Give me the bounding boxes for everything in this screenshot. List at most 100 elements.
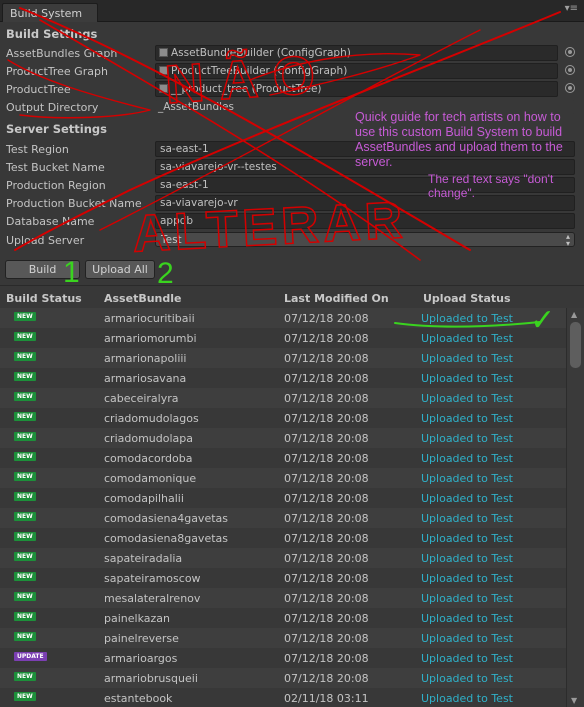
producttree-label: ProductTree <box>6 83 71 96</box>
scroll-up-icon[interactable]: ▲ <box>571 310 577 319</box>
table-row[interactable]: NEW criadomudolagos 07/12/18 20:08 Uploaded… <box>0 408 566 428</box>
upload-status-link[interactable]: Uploaded to Test <box>421 432 513 445</box>
build-status-badge: NEW <box>14 572 36 581</box>
assetbundle-table: NEW armariocuritibaii 07/12/18 20:08 Upload… <box>0 308 566 707</box>
table-row[interactable]: NEW comodapilhalii 07/12/18 20:08 Uploaded … <box>0 488 566 508</box>
table-row[interactable]: NEW estantebook 02/11/18 03:11 Uploaded to … <box>0 688 566 707</box>
producttree-graph-row: ProductTree Graph ProductTreeBuilder (Co… <box>0 63 584 81</box>
upload-status-link[interactable]: Uploaded to Test <box>421 512 513 525</box>
table-scrollbar[interactable]: ▲ ▼ <box>566 308 584 707</box>
build-status-badge: NEW <box>14 312 36 321</box>
table-row[interactable]: NEW criadomudolapa 07/12/18 20:08 Uploaded … <box>0 428 566 448</box>
database-name-row: Database Name appdb <box>0 213 584 231</box>
build-status-badge: NEW <box>14 492 36 501</box>
build-status-badge: NEW <box>14 592 36 601</box>
table-row[interactable]: NEW armarionapoliii 07/12/18 20:08 Uploaded… <box>0 348 566 368</box>
table-row[interactable]: NEW armariobrusqueii 07/12/18 20:08 Uploade… <box>0 668 566 688</box>
table-row[interactable]: NEW painelreverse 07/12/18 20:08 Uploaded t… <box>0 628 566 648</box>
build-status-badge: NEW <box>14 332 36 341</box>
assetbundle-name: armariomorumbi <box>104 332 197 345</box>
scroll-down-icon[interactable]: ▼ <box>571 696 577 705</box>
build-button[interactable]: Build <box>5 260 80 279</box>
scrollbar-thumb[interactable] <box>570 322 581 368</box>
server-settings-title: Server Settings <box>6 122 108 136</box>
build-status-badge: NEW <box>14 512 36 521</box>
assetbundle-name: armarioargos <box>104 652 178 665</box>
build-status-badge: NEW <box>14 432 36 441</box>
upload-status-link[interactable]: Uploaded to Test <box>421 652 513 665</box>
table-row[interactable]: NEW sapateiramoscow 07/12/18 20:08 Uploaded… <box>0 568 566 588</box>
scriptable-object-icon <box>159 48 168 57</box>
tab-build-system[interactable]: Build System <box>2 3 98 22</box>
object-picker-icon[interactable] <box>565 83 575 93</box>
producttree-field[interactable]: __product_tree (ProductTree) <box>155 81 558 97</box>
table-row[interactable]: UPDATE armarioargos 07/12/18 20:08 Uploaded… <box>0 648 566 668</box>
assetbundles-graph-value: AssetBundleBuilder (ConfigGraph) <box>171 47 351 59</box>
upload-status-link[interactable]: Uploaded to Test <box>421 592 513 605</box>
output-directory-label: Output Directory <box>6 101 99 114</box>
upload-server-dropdown[interactable]: Test ▴ ▾ <box>155 232 575 248</box>
build-status-badge: NEW <box>14 692 36 701</box>
table-row[interactable]: NEW comodacordoba 07/12/18 20:08 Uploaded t… <box>0 448 566 468</box>
upload-status-link[interactable]: Uploaded to Test <box>421 392 513 405</box>
assetbundle-name: armariosavana <box>104 372 187 385</box>
table-row[interactable]: NEW armariocuritibaii 07/12/18 20:08 Upload… <box>0 308 566 328</box>
assetbundle-name: comodasiena8gavetas <box>104 532 228 545</box>
upload-status-link[interactable]: Uploaded to Test <box>421 572 513 585</box>
table-row[interactable]: NEW comodasiena4gavetas 07/12/18 20:08 Uplo… <box>0 508 566 528</box>
table-row[interactable]: NEW painelkazan 07/12/18 20:08 Uploaded to … <box>0 608 566 628</box>
build-status-badge: NEW <box>14 392 36 401</box>
last-modified-value: 07/12/18 20:08 <box>284 432 369 445</box>
upload-status-link[interactable]: Uploaded to Test <box>421 472 513 485</box>
assetbundles-graph-field[interactable]: AssetBundleBuilder (ConfigGraph) <box>155 45 558 61</box>
table-row[interactable]: NEW cabeceiralyra 07/12/18 20:08 Uploaded t… <box>0 388 566 408</box>
upload-status-link[interactable]: Uploaded to Test <box>421 492 513 505</box>
assetbundle-name: mesalateralrenov <box>104 592 201 605</box>
col-asset-bundle[interactable]: AssetBundle <box>104 292 181 305</box>
upload-status-link[interactable]: Uploaded to Test <box>421 552 513 565</box>
assetbundle-name: cabeceiralyra <box>104 392 179 405</box>
object-picker-icon[interactable] <box>565 65 575 75</box>
producttree-graph-label: ProductTree Graph <box>6 65 108 78</box>
upload-status-link[interactable]: Uploaded to Test <box>421 332 513 345</box>
upload-status-link[interactable]: Uploaded to Test <box>421 452 513 465</box>
col-last-modified[interactable]: Last Modified On <box>284 292 389 305</box>
col-upload-status[interactable]: Upload Status <box>423 292 511 305</box>
table-row[interactable]: NEW comodamonique 07/12/18 20:08 Uploaded t… <box>0 468 566 488</box>
col-build-status[interactable]: Build Status <box>6 292 82 305</box>
upload-status-link[interactable]: Uploaded to Test <box>421 532 513 545</box>
dropdown-arrow-icon: ▴ ▾ <box>565 232 570 248</box>
upload-server-value: Test <box>161 234 182 246</box>
producttree-graph-field[interactable]: ProductTreeBuilder (ConfigGraph) <box>155 63 558 79</box>
upload-status-link[interactable]: Uploaded to Test <box>421 312 513 325</box>
production-region-label: Production Region <box>6 179 106 192</box>
object-picker-icon[interactable] <box>565 47 575 57</box>
last-modified-value: 07/12/18 20:08 <box>284 612 369 625</box>
database-name-field[interactable]: appdb <box>155 213 575 229</box>
table-row[interactable]: NEW comodasiena8gavetas 07/12/18 20:08 Uplo… <box>0 528 566 548</box>
upload-server-label: Upload Server <box>6 234 85 247</box>
last-modified-value: 07/12/18 20:08 <box>284 592 369 605</box>
upload-status-link[interactable]: Uploaded to Test <box>421 352 513 365</box>
last-modified-value: 07/12/18 20:08 <box>284 512 369 525</box>
table-row[interactable]: NEW mesalateralrenov 07/12/18 20:08 Uploade… <box>0 588 566 608</box>
table-row[interactable]: NEW armariosavana 07/12/18 20:08 Uploaded t… <box>0 368 566 388</box>
build-status-badge: NEW <box>14 372 36 381</box>
upload-status-link[interactable]: Uploaded to Test <box>421 412 513 425</box>
upload-all-button[interactable]: Upload All <box>85 260 155 279</box>
table-row[interactable]: NEW armariomorumbi 07/12/18 20:08 Uploaded … <box>0 328 566 348</box>
last-modified-value: 07/12/18 20:08 <box>284 452 369 465</box>
last-modified-value: 07/12/18 20:08 <box>284 312 369 325</box>
upload-status-link[interactable]: Uploaded to Test <box>421 372 513 385</box>
assetbundle-name: armariocuritibaii <box>104 312 195 325</box>
upload-status-link[interactable]: Uploaded to Test <box>421 692 513 705</box>
window-menu-icon[interactable]: ▾≡ <box>565 3 578 14</box>
upload-status-link[interactable]: Uploaded to Test <box>421 672 513 685</box>
table-row[interactable]: NEW sapateiradalia 07/12/18 20:08 Uploaded … <box>0 548 566 568</box>
upload-status-link[interactable]: Uploaded to Test <box>421 612 513 625</box>
assetbundle-name: criadomudolapa <box>104 432 193 445</box>
guide-annotation: Quick guide for tech artists on how to u… <box>355 110 563 169</box>
production-bucket-label: Production Bucket Name <box>6 197 142 210</box>
last-modified-value: 07/12/18 20:08 <box>284 552 369 565</box>
upload-status-link[interactable]: Uploaded to Test <box>421 632 513 645</box>
